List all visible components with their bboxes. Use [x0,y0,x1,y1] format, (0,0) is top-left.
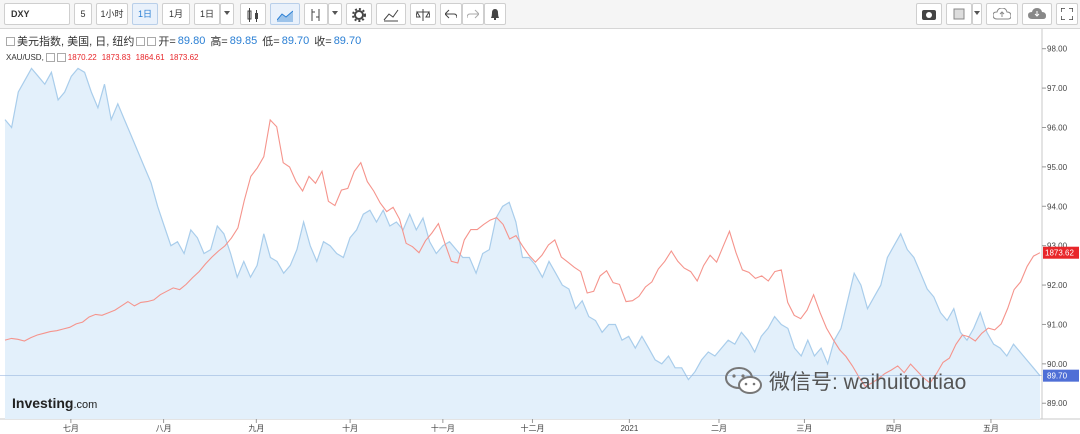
x-tick-label: 三月 [796,424,812,433]
x-tick-label: 五月 [983,424,999,433]
collapse-icon[interactable] [6,36,15,46]
undo-icon [445,9,457,19]
xau-open-value: 1870.22 [67,52,97,62]
x-tick-label: 十一月 [431,423,455,433]
xau-legend-row: XAU/USD, 1870.22 1873.83 1864.61 1873.62 [6,50,366,64]
candles-button[interactable] [240,3,266,25]
redo-icon [467,9,479,19]
cloud-upload-button[interactable] [986,3,1018,25]
interval-5-button[interactable]: 5 [74,3,92,25]
fullscreen-button[interactable] [1056,3,1078,25]
close-icon[interactable] [147,36,157,46]
camera-icon [922,10,936,20]
screenshot-button[interactable] [916,3,942,25]
y-tick-label: 95.00 [1047,163,1068,172]
xau-high-value: 1873.83 [101,52,131,62]
indicators-icon [311,9,320,21]
xau-low-value: 1864.61 [135,52,165,62]
dxy-price-tag-label: 89.70 [1047,372,1068,381]
compare-button[interactable] [410,3,436,25]
logo-suffix: .com [73,399,98,411]
draw-tools-button[interactable] [376,3,406,25]
wechat-icon [725,367,762,394]
x-tick-label: 七月 [63,424,79,433]
y-tick-label: 91.00 [1047,320,1068,329]
template-dropdown[interactable] [972,3,982,25]
cloud-download-button[interactable] [1022,3,1052,25]
gear-icon [352,8,366,22]
y-tick-label: 98.00 [1047,45,1068,54]
interval-1m-button[interactable]: 1月 [162,3,190,25]
interval-1d-button[interactable]: 1日 [132,3,158,25]
scale-icon [416,9,430,21]
indicators-dropdown[interactable] [328,3,342,25]
dxy-high-value: 89.85 [229,35,258,47]
redo-button[interactable] [462,3,484,25]
chart-legend: 美元指数, 美国, 日, 纽约 开= 89.80 高= 89.85 低= 89.… [6,34,366,64]
settings-icon[interactable] [45,52,55,62]
x-tick-label: 十月 [342,423,358,433]
candlestick-icon [247,8,258,22]
x-tick-label: 四月 [886,424,902,433]
xau-close-value: 1873.62 [169,52,199,62]
investing-logo: Investing.com [12,395,97,411]
watermark-text: 微信号: waihuitoutiao [769,371,967,394]
area-chart-button[interactable] [270,3,300,25]
chevron-down-icon [224,11,230,15]
y-tick-label: 92.00 [1047,281,1068,290]
dxy-open-label: 开= [158,36,176,48]
cloud-upload-icon [993,8,1011,20]
x-tick-label: 九月 [248,424,264,433]
settings-icon[interactable] [136,36,146,46]
y-tick-label: 97.00 [1047,84,1068,93]
y-tick-label: 90.00 [1047,360,1068,369]
logo-main: Investing [12,395,74,411]
fullscreen-icon [1061,8,1073,20]
undo-button[interactable] [440,3,462,25]
xau-series-name: XAU/USD, [6,52,44,62]
y-tick-label: 96.00 [1047,123,1068,132]
dxy-low-value: 89.70 [281,35,310,47]
dxy-series-name: 美元指数, 美国, 日, 纽约 [17,36,135,48]
chevron-down-icon [974,11,980,15]
bell-icon [491,9,499,20]
xau-price-tag-label: 1873.62 [1045,249,1074,258]
dxy-open-value: 89.80 [177,35,206,47]
cloud-download-icon [1028,8,1046,19]
dxy-low-label: 低= [262,36,280,48]
wechat-watermark: 微信号: waihuitoutiao [725,366,966,396]
dxy-close-value: 89.70 [333,35,362,47]
template-button[interactable] [946,3,972,25]
chevron-down-icon [332,11,338,15]
trend-draw-icon [383,9,399,22]
x-tick-label: 2021 [620,424,638,433]
area-chart-icon [277,10,293,22]
timeframe-dropdown[interactable] [220,3,234,25]
dxy-high-label: 高= [210,36,228,48]
chart-toolbar: DXY 5 1小时 1日 1月 1日 [0,0,1080,29]
indicators-button[interactable] [304,3,328,25]
close-icon[interactable] [56,52,66,62]
x-tick-label: 八月 [156,424,172,433]
interval-1h-button[interactable]: 1小时 [96,3,128,25]
alert-button[interactable] [484,3,506,25]
dxy-close-label: 收= [314,36,332,48]
y-tick-label: 89.00 [1047,399,1068,408]
timeframe-button[interactable]: 1日 [194,3,220,25]
dxy-legend-row: 美元指数, 美国, 日, 纽约 开= 89.80 高= 89.85 低= 89.… [6,34,366,48]
symbol-input[interactable]: DXY [4,3,70,25]
x-tick-label: 二月 [711,424,727,433]
square-icon [953,8,965,20]
settings-button[interactable] [346,3,372,25]
x-tick-label: 十二月 [520,423,544,433]
y-tick-label: 94.00 [1047,202,1068,211]
